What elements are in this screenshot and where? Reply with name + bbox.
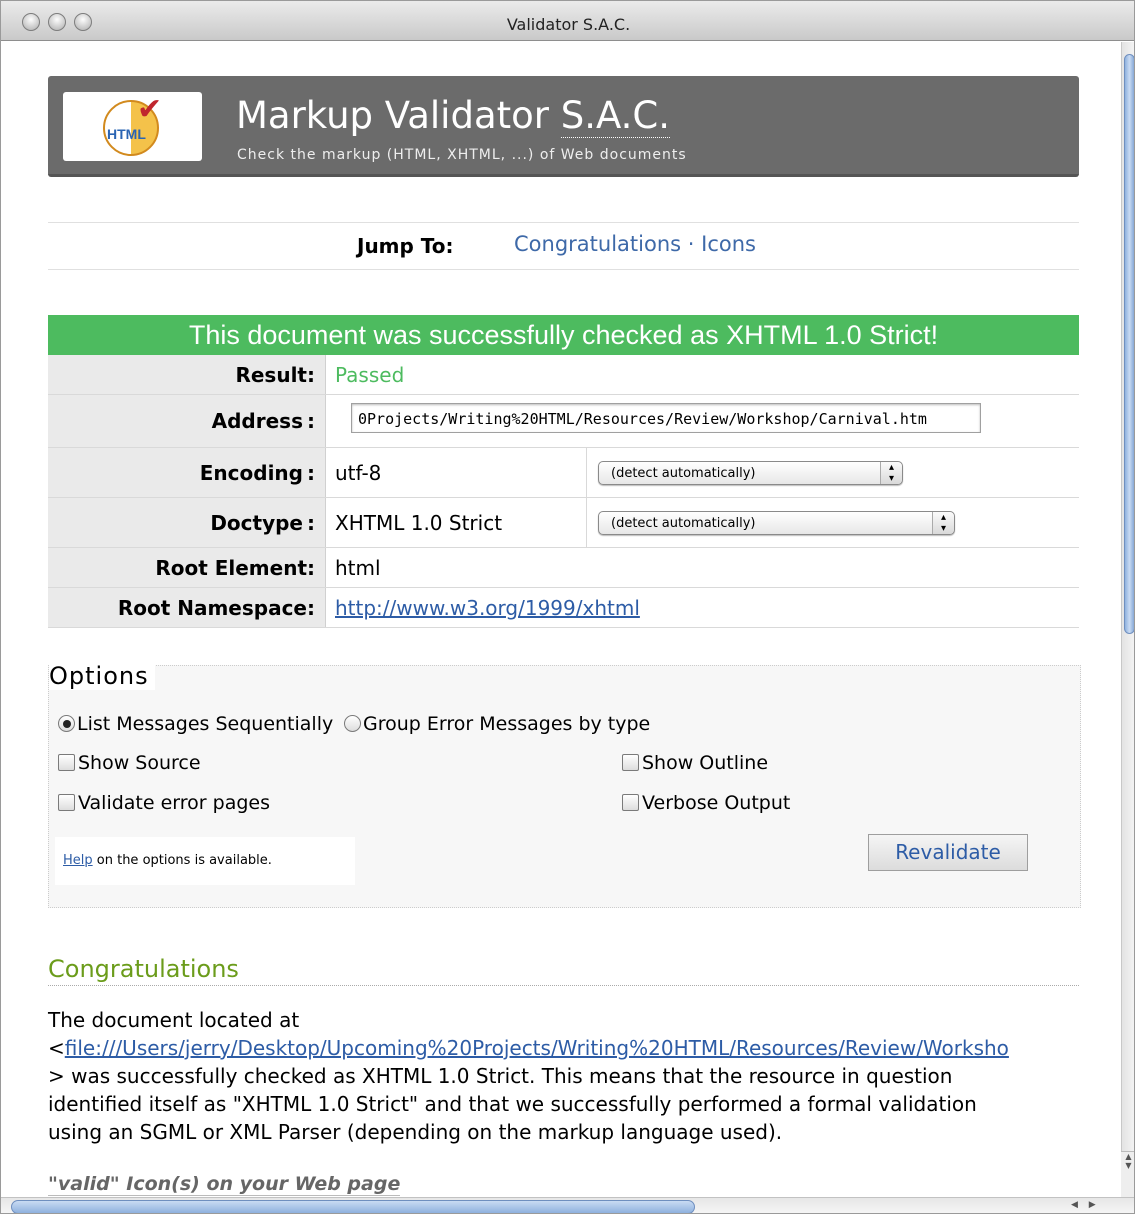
congrats-line-1: The document located at bbox=[48, 1008, 300, 1032]
encoding-label: Encoding: bbox=[48, 448, 326, 497]
encoding-select[interactable]: (detect automatically) ▴ ▾ bbox=[598, 461, 903, 485]
checkbox-icon[interactable] bbox=[622, 794, 639, 811]
vertical-scrollbar[interactable] bbox=[1121, 42, 1134, 1197]
congratulations-heading: Congratulations bbox=[48, 955, 1079, 986]
congrats-line-2: <file:///Users/jerry/Desktop/Upcoming%20… bbox=[48, 1034, 1121, 1062]
radio-sequential-label: List Messages Sequentially bbox=[77, 713, 334, 735]
lt-sign: < bbox=[48, 1036, 65, 1060]
show-source-label: Show Source bbox=[78, 752, 201, 774]
options-title: Options bbox=[49, 662, 155, 690]
checkbox-icon[interactable] bbox=[58, 754, 75, 771]
verbose-output-checkbox[interactable]: Verbose Output bbox=[622, 792, 790, 814]
logo[interactable]: HTML ✔ bbox=[63, 92, 202, 161]
root-element-value: html bbox=[335, 556, 381, 580]
select-arrows-icon: ▴ ▾ bbox=[932, 512, 954, 534]
encoding-row: Encoding: utf-8 (detect automatically) ▴… bbox=[48, 448, 1079, 498]
select-arrows-icon: ▴ ▾ bbox=[880, 462, 902, 484]
header-banner: HTML ✔ Markup Validator S.A.C. Check the… bbox=[48, 76, 1079, 177]
page-content: HTML ✔ Markup Validator S.A.C. Check the… bbox=[11, 42, 1121, 1197]
doctype-select[interactable]: (detect automatically) ▴ ▾ bbox=[598, 511, 955, 535]
jump-links: Congratulations · Icons bbox=[514, 232, 756, 256]
root-namespace-row: Root Namespace: http://www.w3.org/1999/x… bbox=[48, 588, 1079, 628]
site-title-main: Markup Validator bbox=[236, 94, 549, 137]
jump-separator: · bbox=[687, 232, 695, 256]
jump-link-icons[interactable]: Icons bbox=[701, 232, 756, 256]
horizontal-scroll-arrows-icon[interactable]: ◀ ▶ bbox=[1071, 1200, 1121, 1213]
root-element-row: Root Element: html bbox=[48, 548, 1079, 588]
success-banner: This document was successfully checked a… bbox=[48, 315, 1079, 355]
show-outline-checkbox[interactable]: Show Outline bbox=[622, 752, 768, 774]
help-text: on the options is available. bbox=[92, 853, 272, 868]
congratulations-text: The document located at <file:///Users/j… bbox=[48, 1006, 1121, 1146]
show-outline-label: Show Outline bbox=[642, 752, 769, 774]
horizontal-scrollbar[interactable]: ◀ ▶ bbox=[1, 1197, 1134, 1213]
revalidate-button[interactable]: Revalidate bbox=[868, 834, 1028, 871]
result-value: Passed bbox=[335, 363, 405, 387]
show-source-checkbox[interactable]: Show Source bbox=[58, 752, 201, 774]
vertical-scroll-thumb[interactable] bbox=[1124, 54, 1134, 634]
jump-to-label: Jump To: bbox=[357, 234, 454, 258]
congrats-line-5: using an SGML or XML Parser (depending o… bbox=[48, 1120, 783, 1144]
site-subtitle: Check the markup (HTML, XHTML, ...) of W… bbox=[237, 147, 687, 163]
document-file-link[interactable]: file:///Users/jerry/Desktop/Upcoming%20P… bbox=[65, 1036, 1009, 1060]
address-label: Address: bbox=[48, 395, 326, 447]
doctype-row: Doctype: XHTML 1.0 Strict (detect automa… bbox=[48, 498, 1079, 548]
options-panel: Options List Messages Sequentially Group… bbox=[48, 662, 1081, 908]
doctype-value: XHTML 1.0 Strict bbox=[335, 511, 503, 535]
horizontal-scroll-thumb[interactable] bbox=[11, 1200, 695, 1213]
radio-list-sequential[interactable]: List Messages Sequentially bbox=[58, 713, 333, 735]
congrats-line-4: identified itself as "XHTML 1.0 Strict" … bbox=[48, 1092, 977, 1116]
cell-divider bbox=[586, 448, 587, 497]
encoding-value: utf-8 bbox=[335, 461, 382, 485]
scroll-arrows-icon[interactable]: ▲ ▼ bbox=[1121, 1151, 1134, 1197]
radio-group-by-type[interactable]: Group Error Messages by type bbox=[344, 713, 650, 735]
site-title-abbr: S.A.C. bbox=[560, 94, 671, 138]
encoding-select-value: (detect automatically) bbox=[611, 466, 756, 481]
doctype-select-value: (detect automatically) bbox=[611, 516, 756, 531]
result-label: Result: bbox=[48, 355, 326, 394]
congrats-line-3: > was successfully checked as XHTML 1.0 … bbox=[48, 1064, 953, 1088]
root-element-label: Root Element: bbox=[48, 548, 326, 587]
help-link[interactable]: Help bbox=[63, 853, 93, 868]
title-bar[interactable]: Validator S.A.C. bbox=[1, 1, 1134, 41]
checkbox-icon[interactable] bbox=[622, 754, 639, 771]
doctype-label: Doctype: bbox=[48, 498, 326, 547]
jump-link-congratulations[interactable]: Congratulations bbox=[514, 232, 681, 256]
site-title: Markup Validator S.A.C. bbox=[236, 94, 671, 138]
checkbox-icon[interactable] bbox=[58, 794, 75, 811]
validate-error-pages-label: Validate error pages bbox=[78, 792, 270, 814]
result-row: Result: Passed bbox=[48, 355, 1079, 395]
root-namespace-link[interactable]: http://www.w3.org/1999/xhtml bbox=[335, 596, 640, 620]
valid-icons-heading: "valid" Icon(s) on your Web page bbox=[48, 1173, 401, 1196]
jump-to-nav: Jump To: Congratulations · Icons bbox=[48, 222, 1079, 270]
cell-divider bbox=[586, 498, 587, 547]
address-input[interactable]: 0Projects/Writing%20HTML/Resources/Revie… bbox=[351, 403, 981, 433]
window-title: Validator S.A.C. bbox=[506, 15, 631, 34]
radio-selected-icon[interactable] bbox=[58, 715, 75, 732]
help-note: Help on the options is available. bbox=[55, 837, 355, 885]
verbose-output-label: Verbose Output bbox=[642, 792, 791, 814]
logo-text: HTML bbox=[107, 126, 146, 142]
radio-group-label: Group Error Messages by type bbox=[363, 713, 651, 735]
radio-unselected-icon[interactable] bbox=[344, 715, 361, 732]
checkmark-icon: ✔ bbox=[137, 92, 163, 127]
validate-error-pages-checkbox[interactable]: Validate error pages bbox=[58, 792, 270, 814]
address-row: Address: 0Projects/Writing%20HTML/Resour… bbox=[48, 395, 1079, 448]
root-namespace-label: Root Namespace: bbox=[48, 588, 326, 627]
browser-window: Validator S.A.C. HTML ✔ Markup Validator… bbox=[0, 0, 1135, 1214]
